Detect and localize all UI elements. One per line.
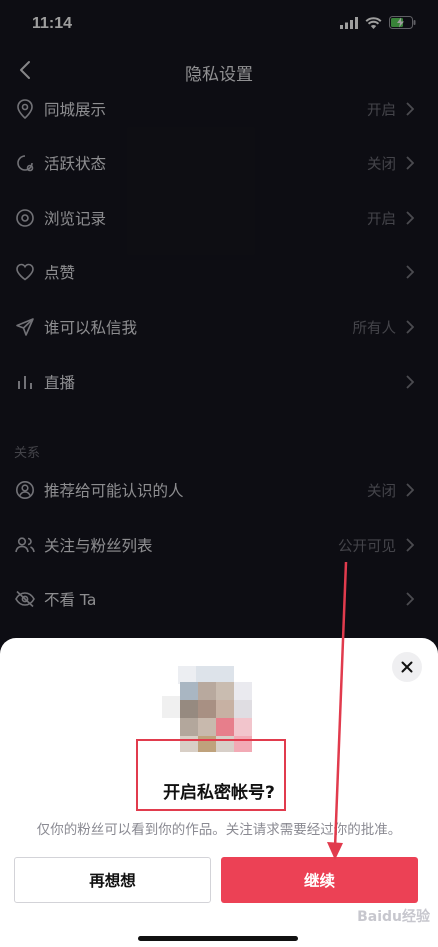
close-button[interactable]: [392, 652, 422, 682]
close-icon: [401, 661, 413, 673]
dialog-description: 仅你的粉丝可以看到你的作品。关注请求需要经过你的批准。: [36, 822, 402, 838]
cancel-button[interactable]: 再想想: [14, 857, 211, 903]
watermark: Baidu经验: [357, 909, 430, 925]
home-indicator: [138, 936, 298, 941]
private-account-dialog: 开启私密帐号? 仅你的粉丝可以看到你的作品。关注请求需要经过你的批准。 再想想 …: [0, 638, 438, 947]
annotation-highlight-box: [136, 739, 286, 811]
continue-button[interactable]: 继续: [221, 857, 418, 903]
